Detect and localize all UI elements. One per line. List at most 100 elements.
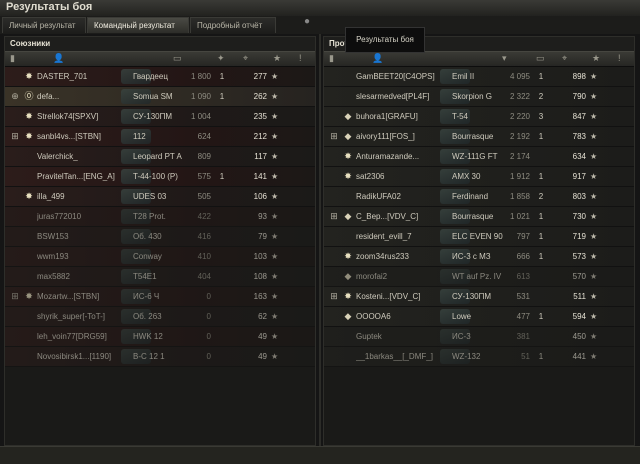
damage-value: 477 — [516, 312, 530, 321]
player-row[interactable]: ◆ morofai2 WT auf Pz. IV 613 570 ★ — [324, 267, 634, 287]
allies-panel: Союзники ▮ 👤 ▭ ✦ ⌖ ★ ! ✸ DASTER_701 Гварде… — [4, 36, 316, 446]
player-name[interactable]: RadikUFA02 — [356, 187, 444, 206]
player-row[interactable]: ◆ buhora1[GRAFU] T-54 2 220 3 847 ★ — [324, 107, 634, 127]
player-row[interactable]: ⊞ ✸ sanbl4vs...[STBN] 112 624 212 ★ — [5, 127, 315, 147]
player-name[interactable]: wwm193 — [37, 247, 125, 266]
player-name[interactable]: leh_voin77[DRG59] — [37, 327, 125, 346]
player-name[interactable]: resident_evill_7 — [356, 227, 444, 246]
microphone-icon[interactable]: ● — [304, 16, 314, 30]
player-name[interactable]: slesarmedved[PL4F] — [356, 87, 444, 106]
player-name[interactable]: Guptek — [356, 327, 444, 346]
player-row[interactable]: ⊞ ◆ aivory111[FOS_] Bourrasque 2 192 1 783 ★ — [324, 127, 634, 147]
player-name[interactable]: C_Bep...[VDV_C] — [356, 207, 444, 226]
frags-col-icon[interactable]: ⌖ — [243, 53, 248, 64]
xp-value: 79 — [258, 232, 267, 241]
info-col-icon[interactable]: ! — [299, 53, 302, 63]
frags-value: 1 — [538, 132, 544, 141]
player-row[interactable]: ⊞ ◆ C_Bep...[VDV_C] Bourrasque 1 021 1 730 ★ — [324, 207, 634, 227]
achievement-diamond-icon: ◆ — [344, 271, 352, 281]
player-name[interactable]: BSW153 — [37, 227, 125, 246]
tab-team-result[interactable]: Командный результат — [87, 17, 189, 33]
player-row[interactable]: max5882 T54E1 404 108 ★ — [5, 267, 315, 287]
player-row[interactable]: ✸ DASTER_701 Гвардеец 1 800 1 277 ★ — [5, 67, 315, 87]
tank-col-icon[interactable]: ▭ — [173, 53, 182, 64]
tank-col-icon[interactable]: ▭ — [536, 53, 545, 64]
player-name[interactable]: Valerchick_ — [37, 147, 125, 166]
player-row[interactable]: ⊞ ✸ Mozartw...[STBN] ИС-6 Ч 0 163 ★ — [5, 287, 315, 307]
frags-value: 1 — [538, 352, 544, 361]
player-name[interactable]: DASTER_701 — [37, 67, 125, 86]
player-row[interactable]: slesarmedved[PL4F] Skorpion G2 322 2 790 ★ — [324, 87, 634, 107]
player-name[interactable]: Kosteni...[VDV_C] — [356, 287, 444, 306]
platoon-col-icon[interactable]: ▮ — [10, 53, 15, 64]
player-name[interactable]: juras772010 — [37, 207, 125, 226]
damage-value: 0 — [206, 332, 211, 341]
player-name[interactable]: PravitelTan...[ENG_A] — [37, 167, 125, 186]
player-row[interactable]: Guptek ИС-3 381 450 ★ — [324, 327, 634, 347]
xp-col-icon[interactable]: ★ — [592, 53, 600, 64]
player-row[interactable]: GamBEET20[C4OPS] Emil II 4 095 1 898 ★ — [324, 67, 634, 87]
damage-value: 1 090 — [190, 92, 211, 101]
xp-star-icon: ★ — [271, 252, 279, 261]
damage-col-icon[interactable]: ✦ — [217, 53, 225, 64]
player-name[interactable]: sat2306 — [356, 167, 444, 186]
player-row[interactable]: Novosibirsk1...[1190] В-С 12 1 0 49 ★ — [5, 347, 315, 367]
player-row[interactable]: Valerchick_ Leopard PT A 809 117 ★ — [5, 147, 315, 167]
xp-value: 106 — [253, 192, 267, 201]
player-name[interactable]: shyrik_super[-ToT-] — [37, 307, 125, 326]
player-name[interactable]: aivory111[FOS_] — [356, 127, 444, 146]
player-name[interactable]: Mozartw...[STBN] — [37, 287, 125, 306]
player-name[interactable]: illa_499 — [37, 187, 125, 206]
damage-value: 575 — [197, 172, 211, 181]
player-name[interactable]: sanbl4vs...[STBN] — [37, 127, 125, 146]
tab-personal-result[interactable]: Личный результат — [2, 17, 86, 33]
player-row[interactable]: leh_voin77[DRG59] HWK 12 0 49 ★ — [5, 327, 315, 347]
xp-star-icon: ★ — [271, 352, 279, 361]
player-row[interactable]: PravitelTan...[ENG_A] T-44-100 (P) 575 1 141… — [5, 167, 315, 187]
xp-value: 441 — [572, 352, 586, 361]
sort-arrow-icon[interactable]: ▾ — [502, 53, 507, 64]
xp-value: 262 — [253, 92, 267, 101]
player-name[interactable]: morofai2 — [356, 267, 444, 286]
player-col-icon[interactable]: 👤 — [372, 53, 383, 64]
player-name[interactable]: GamBEET20[C4OPS] — [356, 67, 444, 86]
player-name[interactable]: Anturamazande... — [356, 147, 444, 166]
player-row[interactable]: ✸ Strellok74[SPXV] СУ-130ПМ 1 004 235 ★ — [5, 107, 315, 127]
player-row[interactable]: RadikUFA02 Ferdinand 1 858 2 803 ★ — [324, 187, 634, 207]
player-name[interactable]: defa... — [37, 87, 125, 106]
player-name[interactable]: zoom34rus233 — [356, 247, 444, 266]
player-row[interactable]: ◆ OOOOA6 Lowe 477 1 594 ★ — [324, 307, 634, 327]
player-row[interactable]: juras772010 T28 Prot. 422 93 ★ — [5, 207, 315, 227]
damage-value: 797 — [516, 232, 530, 241]
player-row[interactable]: ⊕ ⓪ defa... Somua SM 1 090 1 262 ★ — [5, 87, 315, 107]
frags-value: 1 — [538, 72, 544, 81]
player-name[interactable]: Strellok74[SPXV] — [37, 107, 125, 126]
xp-star-icon: ★ — [590, 152, 598, 161]
frags-value: 1 — [538, 312, 544, 321]
player-row[interactable]: ✸ zoom34rus233 ИС-3 с МЗ 666 1 573 ★ — [324, 247, 634, 267]
achievement-star-icon: ✸ — [344, 291, 352, 301]
player-name[interactable]: buhora1[GRAFU] — [356, 107, 444, 126]
player-name[interactable]: __1barkas__[_DMF_] — [356, 347, 444, 366]
player-row[interactable]: ✸ sat2306 AMX 30 1 912 1 917 ★ — [324, 167, 634, 187]
player-row[interactable]: ⊞ ✸ Kosteni...[VDV_C] СУ-130ПМ 531 511 ★ — [324, 287, 634, 307]
player-row[interactable]: wwm193 Conway 410 103 ★ — [5, 247, 315, 267]
frags-col-icon[interactable]: ⌖ — [562, 53, 567, 64]
player-row[interactable]: __1barkas__[_DMF_] WZ-132 51 1 441 ★ — [324, 347, 634, 367]
player-name[interactable]: Novosibirsk1...[1190] — [37, 347, 125, 366]
tab-detailed-report[interactable]: Подробный отчёт — [190, 17, 276, 33]
player-row[interactable]: BSW153 Об. 430 416 79 ★ — [5, 227, 315, 247]
xp-col-icon[interactable]: ★ — [273, 53, 281, 64]
info-col-icon[interactable]: ! — [618, 53, 621, 63]
player-name[interactable]: OOOOA6 — [356, 307, 444, 326]
player-row[interactable]: ✸ Anturamazande... WZ-111G FT 2 174 634 ★ — [324, 147, 634, 167]
achievement-star-icon: ✸ — [25, 291, 33, 301]
player-col-icon[interactable]: 👤 — [53, 53, 64, 64]
xp-star-icon: ★ — [590, 312, 598, 321]
player-row[interactable]: shyrik_super[-ToT-] Об. 263 0 62 ★ — [5, 307, 315, 327]
player-name[interactable]: max5882 — [37, 267, 125, 286]
damage-value: 1 004 — [190, 112, 211, 121]
player-row[interactable]: resident_evill_7 ELC EVEN 90 797 1 719 ★ — [324, 227, 634, 247]
player-row[interactable]: ✸ illa_499 UDES 03 505 106 ★ — [5, 187, 315, 207]
platoon-col-icon[interactable]: ▮ — [329, 53, 334, 64]
